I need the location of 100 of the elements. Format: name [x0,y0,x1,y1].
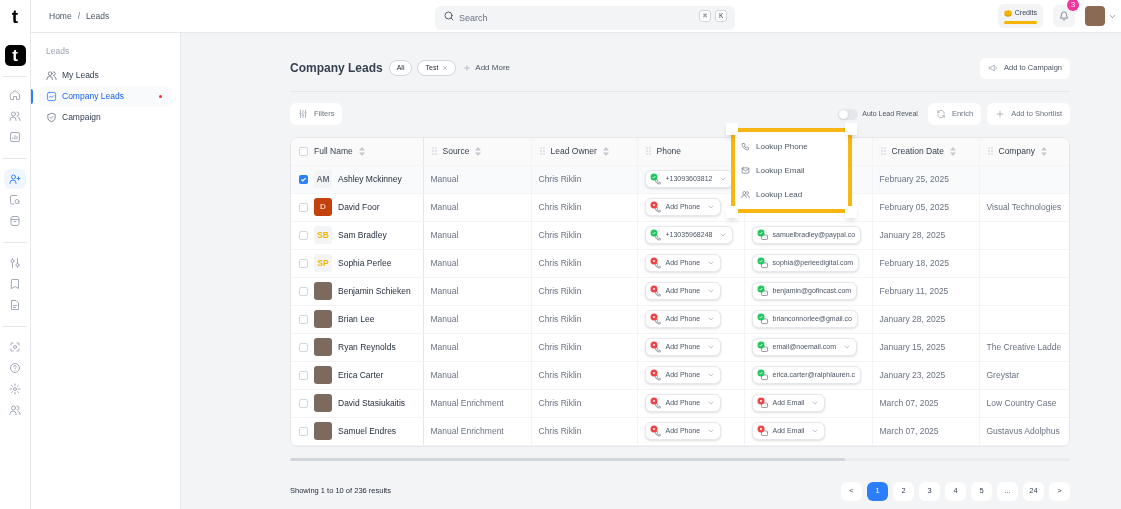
chevron-down-icon [843,343,852,351]
row-checkbox[interactable] [299,258,308,268]
user-plus-icon [9,173,21,185]
drag-handle-icon[interactable] [987,147,993,156]
credits-bar [1003,20,1037,24]
email-status-icon [756,257,769,269]
lead-name: David Stasiukaitis [338,396,406,410]
phone-status-icon [649,285,662,297]
phone-icon [741,142,750,151]
sort-icon[interactable] [358,146,365,156]
users-icon [9,404,21,416]
breadcrumb-link[interactable]: Leads [86,9,110,23]
select-all-checkbox[interactable] [299,146,308,156]
table-cell: Manual [430,285,459,296]
lead-name: Sophia Perlee [338,256,392,270]
sidebar-item[interactable]: Campaign [39,106,172,128]
row-checkbox[interactable] [299,174,308,184]
phone-status-icon [649,257,662,269]
table-cell: Chris Riklin [538,425,582,436]
document-search-icon [9,194,21,206]
sidebar-item[interactable]: My Leads [39,64,172,86]
drag-handle-icon[interactable] [645,147,651,156]
section-heading: Leads [45,45,71,58]
table-cell: Manual [430,369,459,380]
notifications-button[interactable] [1053,5,1075,27]
plus-icon [463,64,472,72]
lead-name: Erica Carter [338,368,384,382]
table-cell: Chris Riklin [538,369,582,380]
row-checkbox[interactable] [299,230,308,240]
row-checkbox[interactable] [299,314,308,324]
drag-handle-icon[interactable] [431,147,437,156]
scrollbar-thumb[interactable] [290,457,845,461]
close-icon[interactable] [442,65,449,71]
table-cell: January 15, 2025 [879,341,946,352]
email-status-icon [756,397,769,409]
megaphone-icon [988,63,999,73]
menu-item[interactable]: Lookup Email [741,161,848,180]
row-checkbox[interactable] [299,202,308,212]
table-cell: Chris Riklin [538,397,582,408]
row-checkbox[interactable] [299,426,308,436]
users-icon [741,190,750,199]
column-header[interactable]: Lead Owner [550,144,609,158]
bell-icon [1059,11,1069,21]
sidebar-item[interactable]: Company Leads [39,85,172,107]
active-indicator [31,88,33,104]
column-header[interactable]: Company [998,144,1047,158]
table-cell: February 25, 2025 [879,173,949,184]
row-checkbox[interactable] [299,398,308,408]
app-icon[interactable]: t [4,45,26,66]
avatar-photo [314,366,332,384]
row-checkbox[interactable] [299,286,308,296]
table-cell: Manual Enrichment [430,397,504,408]
table-cell: January 23, 2025 [879,369,946,380]
breadcrumb-link[interactable]: Home [49,9,72,23]
row-checkbox[interactable] [299,342,308,352]
table-cell: Chris Riklin [538,285,582,296]
email-status-icon [756,313,769,325]
sort-icon[interactable] [1040,146,1047,156]
row-checkbox[interactable] [299,370,308,380]
resize-handle[interactable] [726,206,738,218]
drag-handle-icon[interactable] [539,147,545,156]
avatar-photo[interactable] [1085,6,1105,26]
avatar: SP [314,254,332,272]
column-header[interactable]: Creation Date [891,144,956,158]
table-cell: Low Country Case [986,397,1057,408]
column-header[interactable]: Source [442,144,482,158]
table-cell: Chris Riklin [538,341,582,352]
table-cell: February 05, 2025 [879,201,949,212]
table-cell: March 07, 2025 [879,397,939,408]
table-cell: Manual [430,201,459,212]
column-header[interactable]: Full Name [314,144,365,158]
rail-button[interactable] [4,169,26,189]
chevron-down-icon [719,175,728,183]
menu-item[interactable]: Lookup Phone [741,137,848,156]
table-cell: Manual [430,341,459,352]
table-cell: Manual [430,257,459,268]
refresh-icon [935,109,946,119]
column-header[interactable]: Phone [656,144,682,158]
resize-handle[interactable] [845,206,857,218]
table-cell: Chris Riklin [538,201,582,212]
email-status-icon [756,229,769,241]
table-cell: Visual Technologies [986,201,1062,212]
add-more-button[interactable]: Add More [463,62,510,74]
phone-status-icon [649,313,662,325]
sort-icon[interactable] [602,146,609,156]
table-cell: Manual [430,229,459,240]
chevron-down-icon [707,315,716,323]
drag-handle-icon[interactable] [880,147,886,156]
chevron-down-icon [811,399,820,407]
sort-icon[interactable] [475,146,482,156]
menu-item[interactable]: Lookup Lead [741,185,848,204]
lead-name: David Foor [338,200,380,214]
help-icon [9,362,21,374]
sort-icon[interactable] [949,146,956,156]
auto-reveal-toggle[interactable] [838,108,859,120]
resize-handle[interactable] [845,123,857,135]
table-cell: Chris Riklin [538,229,582,240]
resize-handle[interactable] [726,123,738,135]
avatar: D [314,198,332,216]
email-status-icon [756,369,769,381]
